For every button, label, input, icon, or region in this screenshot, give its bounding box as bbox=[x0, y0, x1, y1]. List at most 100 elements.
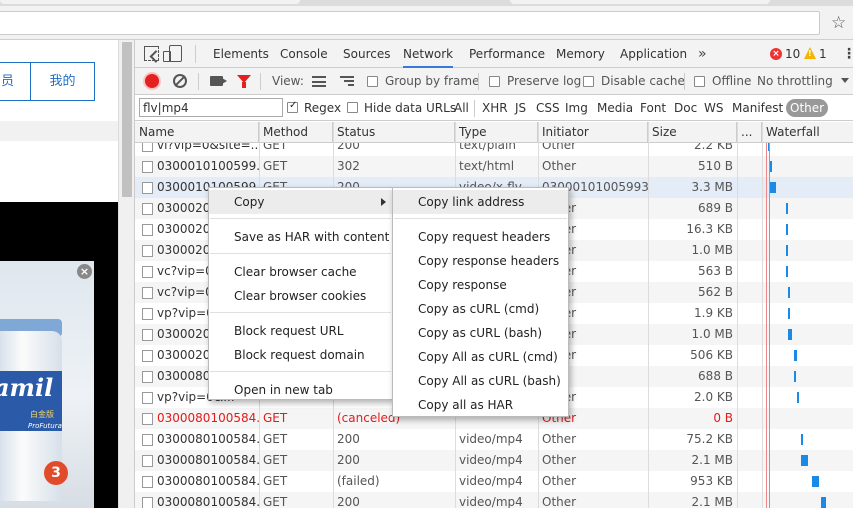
ad-popup[interactable]: amil 白金版 ProFutura 3 bbox=[0, 261, 94, 508]
inspect-element-icon[interactable] bbox=[144, 46, 159, 61]
waterfall-bar[interactable] bbox=[770, 182, 777, 193]
throttling-select[interactable]: No throttling bbox=[757, 68, 833, 95]
menu-item-save-har[interactable]: Save as HAR with content bbox=[209, 225, 392, 249]
type-filter-css[interactable]: CSS bbox=[536, 95, 560, 121]
error-count[interactable]: 10 bbox=[785, 40, 801, 68]
table-row[interactable]: 0300080100584... GET (failed) video/mp4 Othe… bbox=[135, 471, 853, 492]
col-status[interactable]: Status bbox=[333, 122, 455, 143]
hide-data-urls-label[interactable]: Hide data URLs bbox=[364, 95, 456, 121]
type-filter-font[interactable]: Font bbox=[640, 95, 666, 121]
waterfall-bar[interactable] bbox=[787, 329, 792, 340]
tab-application[interactable]: Application bbox=[620, 40, 687, 68]
table-row[interactable]: vi?vip=0&site=... GET 200 text/plain Other 2.… bbox=[135, 143, 853, 156]
menu-item-block-url[interactable]: Block request URL bbox=[209, 319, 392, 343]
menu-item-open-new-tab[interactable]: Open in new tab bbox=[209, 378, 392, 402]
tab-memory[interactable]: Memory bbox=[556, 40, 605, 68]
waterfall-bar[interactable] bbox=[787, 287, 790, 298]
regex-checkbox[interactable] bbox=[287, 100, 298, 113]
menu-item-copy-link-address[interactable]: Copy link address bbox=[393, 190, 568, 214]
waterfall-bar[interactable] bbox=[794, 371, 797, 382]
ad-close-icon[interactable]: × bbox=[77, 264, 92, 279]
menu-item-copy-all-curl-cmd[interactable]: Copy All as cURL (cmd) bbox=[393, 345, 568, 369]
menu-item-copy-request-headers[interactable]: Copy request headers bbox=[393, 225, 568, 249]
col-method[interactable]: Method bbox=[259, 122, 333, 143]
more-tabs-icon[interactable]: » bbox=[698, 40, 714, 68]
type-filter-js[interactable]: JS bbox=[515, 95, 526, 121]
menu-item-clear-cache[interactable]: Clear browser cache bbox=[209, 260, 392, 284]
device-toolbar-icon[interactable] bbox=[163, 45, 182, 62]
menu-item-copy-response[interactable]: Copy response bbox=[393, 273, 568, 297]
chevron-down-icon[interactable] bbox=[841, 78, 849, 83]
preserve-log-checkbox[interactable] bbox=[489, 76, 500, 87]
waterfall-bar[interactable] bbox=[785, 266, 788, 277]
table-row[interactable]: 0300010100599... GET 302 text/html Other 510 … bbox=[135, 156, 853, 177]
type-filter-other[interactable]: Other bbox=[786, 99, 829, 117]
type-filter-ws[interactable]: WS bbox=[704, 95, 723, 121]
large-rows-icon[interactable] bbox=[312, 76, 326, 87]
tab-elements[interactable]: Elements bbox=[213, 40, 269, 68]
bookmark-star-icon[interactable]: ☆ bbox=[831, 12, 849, 34]
waterfall-bar[interactable] bbox=[820, 497, 827, 508]
nav-item-member[interactable]: 员 bbox=[0, 63, 30, 100]
overview-icon[interactable] bbox=[340, 76, 354, 87]
waterfall-bar[interactable] bbox=[801, 434, 803, 445]
col-waterfall[interactable]: Waterfall bbox=[762, 122, 853, 143]
type-filter-manifest[interactable]: Manifest bbox=[732, 95, 783, 121]
scrollbar-thumb[interactable] bbox=[122, 42, 132, 197]
waterfall-bar[interactable] bbox=[785, 203, 788, 214]
waterfall-bar[interactable] bbox=[796, 392, 799, 403]
disable-cache-checkbox[interactable] bbox=[583, 76, 594, 87]
filter-input[interactable] bbox=[139, 98, 283, 117]
hide-data-urls-checkbox[interactable] bbox=[347, 102, 358, 113]
tab-console[interactable]: Console bbox=[280, 40, 328, 68]
menu-item-copy-curl-bash[interactable]: Copy as cURL (bash) bbox=[393, 321, 568, 345]
capture-screenshots-icon[interactable] bbox=[210, 76, 227, 86]
warning-count[interactable]: 1 bbox=[819, 40, 829, 68]
col-size[interactable]: Size bbox=[648, 122, 737, 143]
tab-sources[interactable]: Sources bbox=[343, 40, 390, 68]
type-filter-media[interactable]: Media bbox=[597, 95, 633, 121]
waterfall-bar[interactable] bbox=[787, 308, 790, 319]
waterfall-bar[interactable] bbox=[785, 224, 788, 235]
tab-performance[interactable]: Performance bbox=[469, 40, 545, 68]
menu-item-copy-response-headers[interactable]: Copy response headers bbox=[393, 249, 568, 273]
nav-item-mine[interactable]: 我的 bbox=[31, 63, 94, 100]
menu-item-copy-all-har[interactable]: Copy all as HAR bbox=[393, 393, 568, 417]
group-by-frame-label[interactable]: Group by frame bbox=[385, 68, 479, 95]
group-by-frame-checkbox[interactable] bbox=[367, 76, 378, 87]
waterfall-bar[interactable] bbox=[812, 476, 819, 487]
offline-label[interactable]: Offline bbox=[712, 68, 751, 95]
type-filter-doc[interactable]: Doc bbox=[674, 95, 697, 121]
error-icon[interactable]: × bbox=[770, 48, 782, 60]
table-row[interactable]: 0300080100584... GET 200 video/mp4 Other 2.1 … bbox=[135, 450, 853, 471]
col-initiator[interactable]: Initiator bbox=[538, 122, 648, 143]
menu-item-copy[interactable]: Copy bbox=[209, 190, 392, 214]
waterfall-bar[interactable] bbox=[785, 245, 789, 256]
waterfall-bar[interactable] bbox=[801, 455, 808, 466]
menu-item-clear-cookies[interactable]: Clear browser cookies bbox=[209, 284, 392, 308]
record-icon[interactable] bbox=[145, 74, 159, 88]
filter-icon[interactable] bbox=[237, 75, 251, 88]
menu-item-block-domain[interactable]: Block request domain bbox=[209, 343, 392, 367]
regex-label[interactable]: Regex bbox=[304, 95, 341, 121]
menu-item-copy-curl-cmd[interactable]: Copy as cURL (cmd) bbox=[393, 297, 568, 321]
col-more[interactable]: ... bbox=[737, 122, 762, 143]
waterfall-bar[interactable] bbox=[770, 161, 773, 172]
browser-tab[interactable] bbox=[510, 0, 770, 4]
col-type[interactable]: Type bbox=[455, 122, 538, 143]
clear-icon[interactable] bbox=[173, 74, 187, 88]
more-options-icon[interactable]: ⋮ bbox=[842, 45, 853, 63]
offline-checkbox[interactable] bbox=[694, 76, 705, 87]
address-bar[interactable] bbox=[0, 11, 820, 35]
disable-cache-label[interactable]: Disable cache bbox=[601, 68, 685, 95]
table-row[interactable]: 0300080100584... GET 200 video/mp4 Other 75.2… bbox=[135, 429, 853, 450]
tab-network[interactable]: Network bbox=[403, 40, 454, 68]
browser-tab[interactable] bbox=[0, 0, 300, 4]
menu-item-copy-all-curl-bash[interactable]: Copy All as cURL (bash) bbox=[393, 369, 568, 393]
preserve-log-label[interactable]: Preserve log bbox=[507, 68, 581, 95]
type-filter-all[interactable]: All bbox=[454, 95, 469, 121]
type-filter-xhr[interactable]: XHR bbox=[482, 95, 508, 121]
type-filter-img[interactable]: Img bbox=[565, 95, 588, 121]
waterfall-bar[interactable] bbox=[794, 350, 798, 361]
col-name[interactable]: Name bbox=[135, 122, 259, 143]
